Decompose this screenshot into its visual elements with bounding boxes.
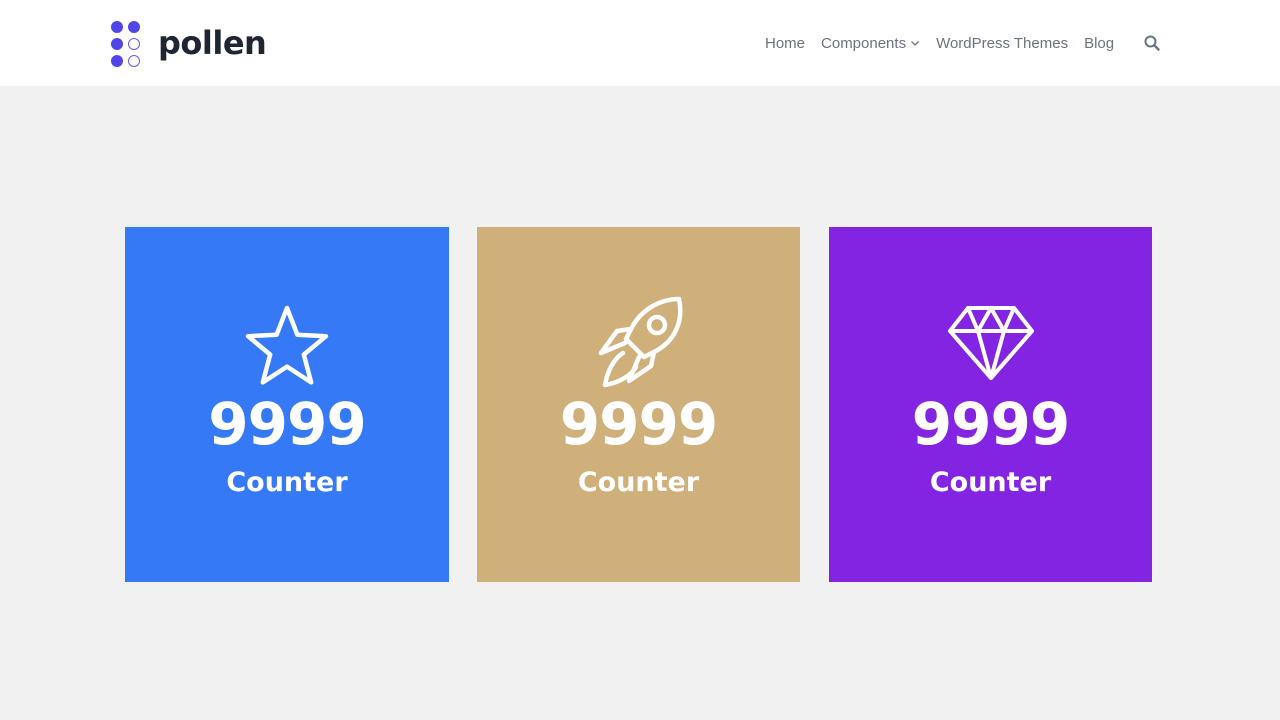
counter-card-star: 9999 Counter <box>125 227 449 582</box>
diamond-icon <box>947 306 1034 380</box>
counter-value: 9999 <box>911 390 1070 458</box>
star-icon <box>245 305 329 385</box>
counter-label: Counter <box>577 467 700 498</box>
nav-item-label: WordPress Themes <box>936 34 1069 52</box>
brand-logo[interactable]: pollen <box>110 20 267 68</box>
nav-item-home[interactable]: Home <box>765 35 805 52</box>
nav-item-label: Blog <box>1084 34 1115 52</box>
nav-item-label: Home <box>765 34 806 52</box>
rocket-icon <box>598 296 682 388</box>
main-nav: Home Components WordPress Themes Blog <box>765 33 1130 53</box>
counter-label: Counter <box>929 467 1052 498</box>
counter-label: Counter <box>226 467 348 498</box>
search-icon[interactable] <box>1143 34 1161 52</box>
nav-item-components[interactable]: Components <box>821 35 920 52</box>
site-header: pollen Home Components WordPress Themes … <box>0 0 1280 86</box>
counter-value: 9999 <box>559 390 718 458</box>
nav-item-wordpress-themes[interactable]: WordPress Themes <box>936 35 1068 52</box>
counter-card-diamond: 9999 Counter <box>829 227 1152 582</box>
logo-mark-icon <box>110 20 142 68</box>
nav-item-label: Components <box>821 34 907 52</box>
counter-value: 9999 <box>208 390 366 458</box>
brand-name: pollen <box>158 24 267 62</box>
chevron-down-icon <box>911 41 920 46</box>
counter-card-rocket: 9999 Counter <box>477 227 800 582</box>
nav-item-blog[interactable]: Blog <box>1084 35 1114 52</box>
